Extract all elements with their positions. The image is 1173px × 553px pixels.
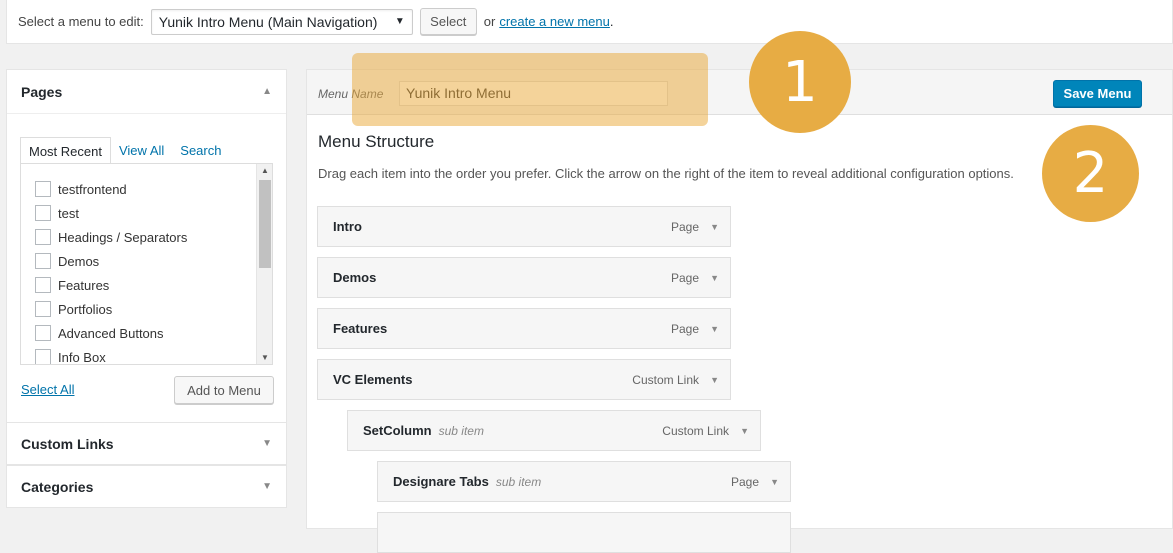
select-all-link[interactable]: Select All — [21, 382, 74, 397]
item-label: Info Box — [58, 349, 106, 365]
custom-links-title: Custom Links — [21, 435, 114, 452]
scroll-down-icon[interactable]: ▼ — [261, 353, 269, 362]
checkbox[interactable] — [35, 301, 51, 317]
menu-item-title: SetColumn — [363, 423, 432, 438]
menu-item-type: Page — [670, 321, 699, 336]
checkbox[interactable] — [35, 205, 51, 221]
menu-dropdown-value: Yunik Intro Menu (Main Navigation) — [158, 13, 378, 30]
list-item[interactable]: Features — [21, 273, 272, 297]
chevron-down-icon[interactable]: ▼ — [770, 477, 779, 487]
list-item[interactable]: testfrontend — [21, 177, 272, 201]
scrollbar[interactable]: ▲ ▼ — [256, 164, 272, 364]
create-new-menu-link[interactable]: create a new menu — [499, 14, 610, 29]
chevron-down-icon[interactable]: ▼ — [710, 273, 719, 283]
list-item[interactable]: Advanced Buttons — [21, 321, 272, 345]
chevron-down-icon[interactable]: ▼ — [710, 222, 719, 232]
chevron-down-icon[interactable]: ▼ — [740, 426, 749, 436]
select-button[interactable]: Select — [419, 8, 477, 35]
item-label: testfrontend — [58, 181, 127, 197]
checkbox[interactable] — [35, 253, 51, 269]
tab-search[interactable]: Search — [172, 137, 229, 165]
menu-item-partial[interactable] — [377, 512, 791, 553]
chevron-down-icon[interactable]: ▼ — [710, 324, 719, 334]
menu-item[interactable]: Features Page ▼ — [317, 308, 731, 349]
tab-most-recent[interactable]: Most Recent — [20, 137, 111, 165]
menu-name-highlight — [352, 53, 708, 126]
item-label: Advanced Buttons — [58, 325, 164, 341]
period-text: . — [609, 14, 614, 29]
item-label: Features — [58, 277, 110, 293]
menu-item-type: Page — [670, 219, 699, 234]
item-label: test — [58, 205, 79, 221]
menu-item-sub-label: sub item — [495, 474, 542, 489]
menu-item[interactable]: VC Elements Custom Link ▼ — [317, 359, 731, 400]
or-text: or — [483, 14, 496, 29]
chevron-up-icon[interactable]: ▲ — [262, 86, 272, 97]
list-item[interactable]: Headings / Separators — [21, 225, 272, 249]
menu-item[interactable]: Intro Page ▼ — [317, 206, 731, 247]
list-item[interactable]: Portfolios — [21, 297, 272, 321]
pages-box: Pages ▲ Most Recent View All Search test… — [6, 69, 287, 422]
tab-view-all[interactable]: View All — [111, 137, 172, 165]
add-menu-items-column: Pages ▲ Most Recent View All Search test… — [6, 69, 287, 508]
menu-item-title: VC Elements — [333, 372, 413, 387]
item-label: Portfolios — [58, 301, 113, 317]
list-item[interactable]: Info Box — [21, 345, 272, 365]
menu-item-title: Demos — [333, 270, 377, 285]
custom-links-header[interactable]: Custom Links ▼ — [7, 423, 286, 464]
scroll-up-icon[interactable]: ▲ — [261, 166, 269, 175]
chevron-down-icon[interactable]: ▼ — [262, 481, 272, 492]
checkbox[interactable] — [35, 229, 51, 245]
categories-title: Categories — [21, 478, 94, 495]
item-label: Demos — [58, 253, 100, 269]
chevron-down-icon: ▼ — [394, 16, 405, 27]
menu-item-title: Features — [333, 321, 388, 336]
menu-item[interactable]: SetColumn sub item Custom Link ▼ — [347, 410, 761, 451]
list-item[interactable]: test — [21, 201, 272, 225]
checkbox[interactable] — [35, 325, 51, 341]
add-to-menu-button[interactable]: Add to Menu — [174, 376, 274, 404]
pages-box-title: Pages — [21, 83, 63, 100]
menu-dropdown[interactable]: Yunik Intro Menu (Main Navigation) ▼ — [150, 8, 413, 35]
menu-item-title: Designare Tabs — [393, 474, 489, 489]
menu-item-sub-label: sub item — [438, 423, 484, 438]
checkbox[interactable] — [35, 277, 51, 293]
step-badge-2: 2 — [1042, 125, 1139, 222]
pages-checklist[interactable]: testfrontend test Headings / Separators … — [20, 163, 273, 365]
save-menu-button[interactable]: Save Menu — [1053, 80, 1142, 107]
chevron-down-icon[interactable]: ▼ — [710, 375, 719, 385]
menu-select-bar: Select a menu to edit: Yunik Intro Menu … — [6, 0, 1173, 44]
pages-box-header[interactable]: Pages ▲ — [7, 70, 286, 114]
pages-tabs: Most Recent View All Search — [20, 137, 229, 165]
step-badge-1: 1 — [749, 31, 851, 133]
menu-item[interactable]: Designare Tabs sub item Page ▼ — [377, 461, 791, 502]
custom-links-box[interactable]: Custom Links ▼ — [6, 422, 287, 465]
checkbox[interactable] — [35, 181, 51, 197]
list-item[interactable]: Demos — [21, 249, 272, 273]
menu-structure-title: Menu Structure — [318, 132, 435, 151]
categories-header[interactable]: Categories ▼ — [7, 466, 286, 507]
item-label: Headings / Separators — [58, 229, 188, 245]
checkbox[interactable] — [35, 349, 51, 364]
categories-box[interactable]: Categories ▼ — [6, 465, 287, 508]
menu-item-title: Intro — [333, 219, 362, 234]
menu-item-type: Custom Link — [662, 423, 729, 438]
select-menu-label: Select a menu to edit: — [18, 14, 144, 29]
scrollbar-thumb[interactable] — [259, 180, 271, 268]
menu-item-type: Custom Link — [632, 372, 699, 387]
menu-item-type: Page — [730, 474, 759, 489]
menu-item-type: Page — [670, 270, 699, 285]
chevron-down-icon[interactable]: ▼ — [262, 438, 272, 449]
menu-item[interactable]: Demos Page ▼ — [317, 257, 731, 298]
menu-management-panel: Menu Name Yunik Intro Menu Save Menu Men… — [306, 69, 1173, 553]
